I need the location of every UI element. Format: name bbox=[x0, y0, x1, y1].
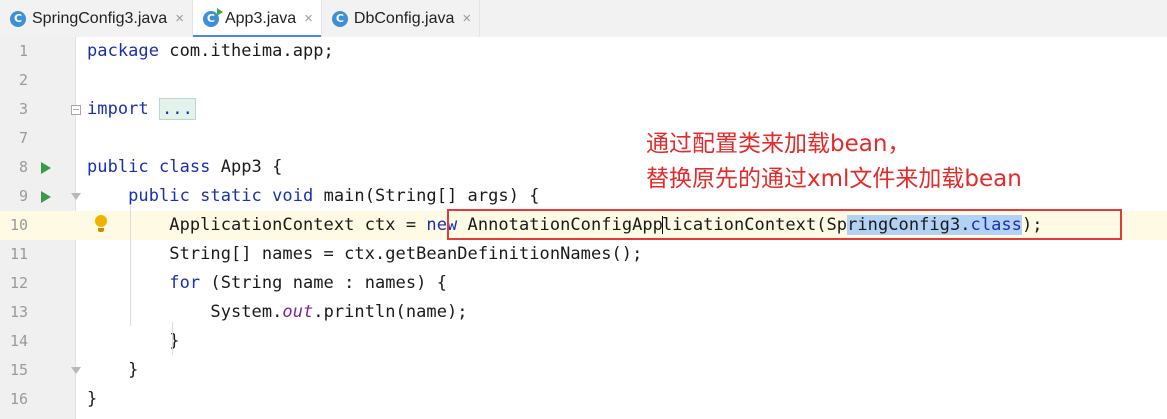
line-number: 13 bbox=[9, 303, 28, 321]
code-token: ApplicationContext ctx = bbox=[87, 215, 427, 235]
line-number: 15 bbox=[9, 361, 28, 379]
code-token: String[] names = ctx.getBeanDefinitionNa… bbox=[87, 244, 643, 264]
code-token: } bbox=[87, 389, 98, 409]
java-class-icon: C bbox=[331, 10, 348, 27]
tab-label: DbConfig.java bbox=[353, 9, 455, 27]
line-number: 14 bbox=[9, 332, 28, 350]
code-text[interactable]: package com.itheima.app; bbox=[87, 37, 334, 66]
line-number: 7 bbox=[18, 129, 28, 147]
fold-icon[interactable] bbox=[70, 95, 82, 124]
code-line: 7 bbox=[0, 124, 1167, 153]
code-token: import bbox=[87, 99, 159, 119]
code-line: 3 import ... bbox=[0, 95, 1167, 124]
java-class-icon: C bbox=[10, 10, 26, 27]
code-line: 11 String[] names = ctx.getBeanDefinitio… bbox=[0, 240, 1167, 269]
code-line: 12 for (String name : names) { bbox=[0, 269, 1167, 298]
line-number: 16 bbox=[9, 390, 28, 408]
code-token: out bbox=[282, 302, 314, 322]
folded-imports[interactable]: ... bbox=[159, 98, 196, 120]
code-line: 14 } bbox=[0, 327, 1167, 356]
code-line: 15 } bbox=[0, 356, 1167, 385]
code-line: 1 package com.itheima.app; bbox=[0, 37, 1167, 66]
line-number: 12 bbox=[9, 274, 28, 292]
code-line: 16} bbox=[0, 385, 1167, 414]
run-icon[interactable] bbox=[40, 153, 52, 182]
line-number: 8 bbox=[18, 158, 28, 176]
code-token: System. bbox=[87, 302, 283, 322]
code-text[interactable]: for (String name : names) { bbox=[87, 269, 447, 298]
java-class-icon: C bbox=[202, 7, 223, 27]
editor-tab-bar: C SpringConfig3.java × C App3.java × C DbConfig… bbox=[0, 0, 1167, 38]
code-text[interactable]: System.out.println(name); bbox=[87, 298, 468, 327]
highlight-box bbox=[447, 209, 1122, 240]
code-text[interactable]: public static void main(String[] args) { bbox=[87, 182, 540, 211]
code-token: } bbox=[87, 331, 180, 351]
annotation-line-1: 通过配置类来加载bean， bbox=[646, 131, 911, 157]
code-text[interactable]: } bbox=[87, 356, 138, 385]
line-number: 10 bbox=[9, 216, 28, 234]
tab-label: SpringConfig3.java bbox=[32, 9, 168, 27]
code-token: main(String[] args) { bbox=[323, 186, 540, 206]
close-icon[interactable]: × bbox=[462, 10, 471, 27]
line-number: 11 bbox=[9, 245, 28, 263]
code-line: 13 System.out.println(name); bbox=[0, 298, 1167, 327]
run-icon[interactable] bbox=[40, 182, 52, 211]
code-text[interactable]: public class App3 { bbox=[87, 153, 282, 182]
fold-icon[interactable] bbox=[70, 182, 82, 211]
tab-app3-java[interactable]: C App3.java × bbox=[192, 0, 322, 38]
indent-guide bbox=[130, 206, 131, 326]
indent-guide bbox=[172, 322, 173, 355]
line-number: 3 bbox=[18, 100, 28, 118]
annotation-line-2: 替换原先的通过xml文件来加载bean bbox=[646, 166, 1022, 192]
code-text[interactable]: import ... bbox=[87, 95, 196, 124]
code-token: public class bbox=[87, 157, 221, 177]
code-token: package bbox=[87, 41, 170, 61]
code-text[interactable]: } bbox=[87, 327, 180, 356]
line-number: 2 bbox=[18, 71, 28, 89]
code-line: 2 bbox=[0, 66, 1167, 95]
close-icon[interactable]: × bbox=[175, 10, 184, 27]
code-token: } bbox=[87, 360, 139, 380]
code-token: App3 { bbox=[220, 157, 283, 177]
close-icon[interactable]: × bbox=[304, 10, 313, 27]
code-token: .println(name); bbox=[313, 302, 468, 322]
tab-springconfig3-java[interactable]: C SpringConfig3.java × bbox=[0, 0, 193, 37]
code-token: (String name : names) { bbox=[210, 273, 447, 293]
code-token: com.itheima.app; bbox=[169, 41, 334, 61]
tab-dbconfig-java[interactable]: C DbConfig.java × bbox=[322, 0, 481, 37]
line-number: 9 bbox=[18, 187, 28, 205]
tab-label: App3.java bbox=[224, 9, 297, 27]
code-token: for bbox=[169, 273, 211, 293]
line-number: 1 bbox=[18, 42, 28, 60]
code-token: public static void bbox=[128, 186, 324, 206]
fold-icon[interactable] bbox=[70, 356, 82, 385]
code-text[interactable]: String[] names = ctx.getBeanDefinitionNa… bbox=[87, 240, 642, 269]
code-text[interactable]: } bbox=[87, 385, 97, 414]
